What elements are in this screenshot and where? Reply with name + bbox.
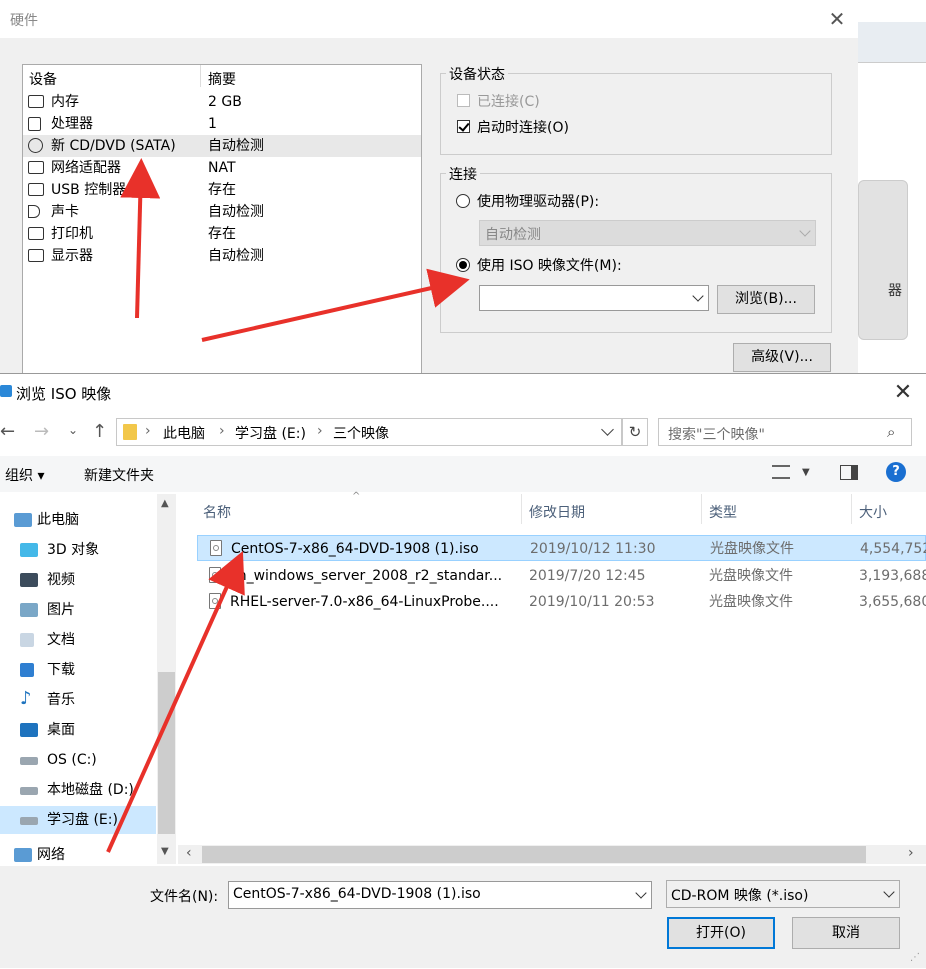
annotation-arrow <box>106 551 245 853</box>
annotation-overlay <box>106 158 470 853</box>
annotation-arrow <box>120 158 161 319</box>
annotation-arrow <box>201 268 470 342</box>
